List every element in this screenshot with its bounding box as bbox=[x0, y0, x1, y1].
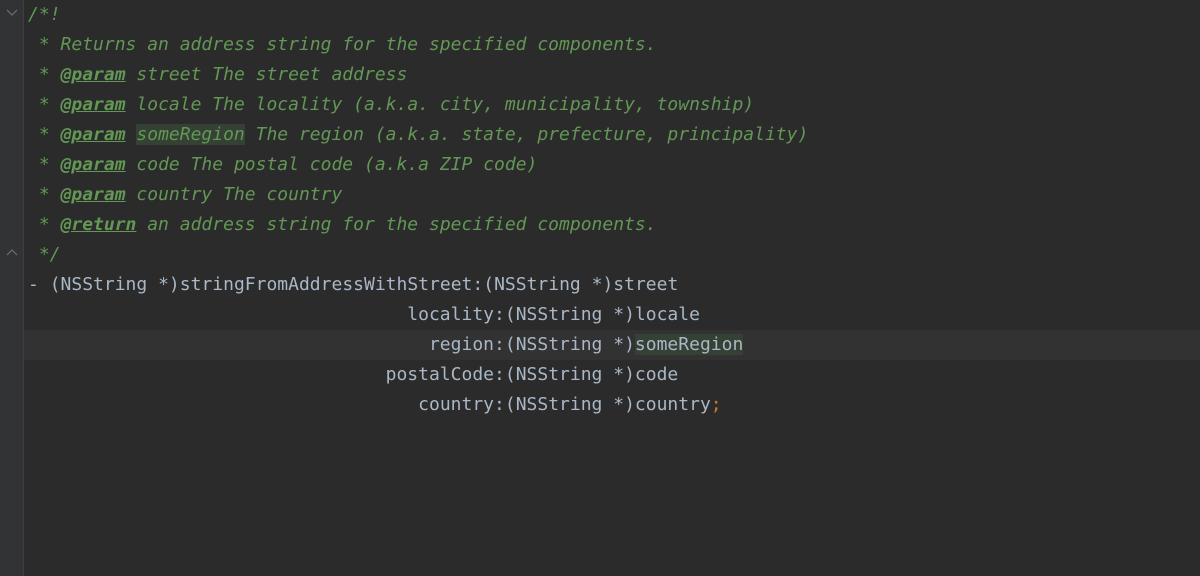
doc-tag-param: @param bbox=[61, 94, 126, 115]
param-type: NSString bbox=[516, 394, 603, 415]
doc-desc: The postal code (a.k.a ZIP code) bbox=[191, 154, 538, 175]
doc-param-name: country bbox=[136, 184, 212, 205]
fold-start-icon[interactable] bbox=[0, 0, 24, 30]
method-signature-line-active: region:(NSString *)someRegion bbox=[24, 330, 1200, 360]
method-signature-line: locality:(NSString *)locale bbox=[24, 300, 1200, 330]
method-signature-line: country:(NSString *)country; bbox=[24, 390, 1200, 420]
doc-tag-return: @return bbox=[61, 214, 137, 235]
doc-param-name: locale bbox=[136, 94, 201, 115]
doc-param-name-highlighted: someRegion bbox=[136, 124, 244, 145]
param-name: locale bbox=[635, 304, 700, 325]
method-name: country bbox=[418, 394, 494, 415]
doc-desc: The region (a.k.a. state, prefecture, pr… bbox=[256, 124, 809, 145]
doc-param-name: street bbox=[136, 64, 201, 85]
doc-line: * @param code The postal code (a.k.a ZIP… bbox=[24, 150, 1200, 180]
param-name-highlighted: someRegion bbox=[635, 334, 743, 355]
doc-tag-param: @param bbox=[61, 124, 126, 145]
return-type: NSString bbox=[61, 274, 148, 295]
method-signature-line: postalCode:(NSString *)code bbox=[24, 360, 1200, 390]
method-name: region bbox=[429, 334, 494, 355]
param-type: NSString bbox=[494, 274, 581, 295]
doc-desc: The country bbox=[223, 184, 342, 205]
fold-end-icon[interactable] bbox=[0, 240, 24, 270]
param-type: NSString bbox=[516, 334, 603, 355]
doc-desc: The street address bbox=[212, 64, 407, 85]
code-editor[interactable]: /*! * Returns an address string for the … bbox=[24, 0, 1200, 576]
doc-open: /*! bbox=[28, 4, 61, 25]
doc-text: Returns an address string for the specif… bbox=[61, 34, 657, 55]
doc-line: */ bbox=[24, 240, 1200, 270]
method-signature-line: - (NSString *)stringFromAddressWithStree… bbox=[24, 270, 1200, 300]
method-name: stringFromAddressWithStreet bbox=[180, 274, 473, 295]
doc-line: * @param locale The locality (a.k.a. cit… bbox=[24, 90, 1200, 120]
doc-tag-param: @param bbox=[61, 184, 126, 205]
param-name: country bbox=[635, 394, 711, 415]
doc-tag-param: @param bbox=[61, 154, 126, 175]
doc-line: * @param someRegion The region (a.k.a. s… bbox=[24, 120, 1200, 150]
semicolon: ; bbox=[711, 394, 722, 415]
doc-line: * @param country The country bbox=[24, 180, 1200, 210]
param-type: NSString bbox=[516, 304, 603, 325]
param-type: NSString bbox=[516, 364, 603, 385]
doc-param-name: code bbox=[136, 154, 179, 175]
doc-desc: The locality (a.k.a. city, municipality,… bbox=[212, 94, 754, 115]
doc-line: /*! bbox=[24, 0, 1200, 30]
doc-desc: an address string for the specified comp… bbox=[147, 214, 656, 235]
param-name: code bbox=[635, 364, 678, 385]
method-name: postalCode bbox=[386, 364, 494, 385]
doc-line: * Returns an address string for the spec… bbox=[24, 30, 1200, 60]
doc-line: * @param street The street address bbox=[24, 60, 1200, 90]
editor-gutter: 💡 bbox=[0, 0, 24, 576]
method-name: locality bbox=[407, 304, 494, 325]
doc-line: * @return an address string for the spec… bbox=[24, 210, 1200, 240]
param-name: street bbox=[613, 274, 678, 295]
doc-close: */ bbox=[28, 244, 61, 265]
doc-tag-param: @param bbox=[61, 64, 126, 85]
